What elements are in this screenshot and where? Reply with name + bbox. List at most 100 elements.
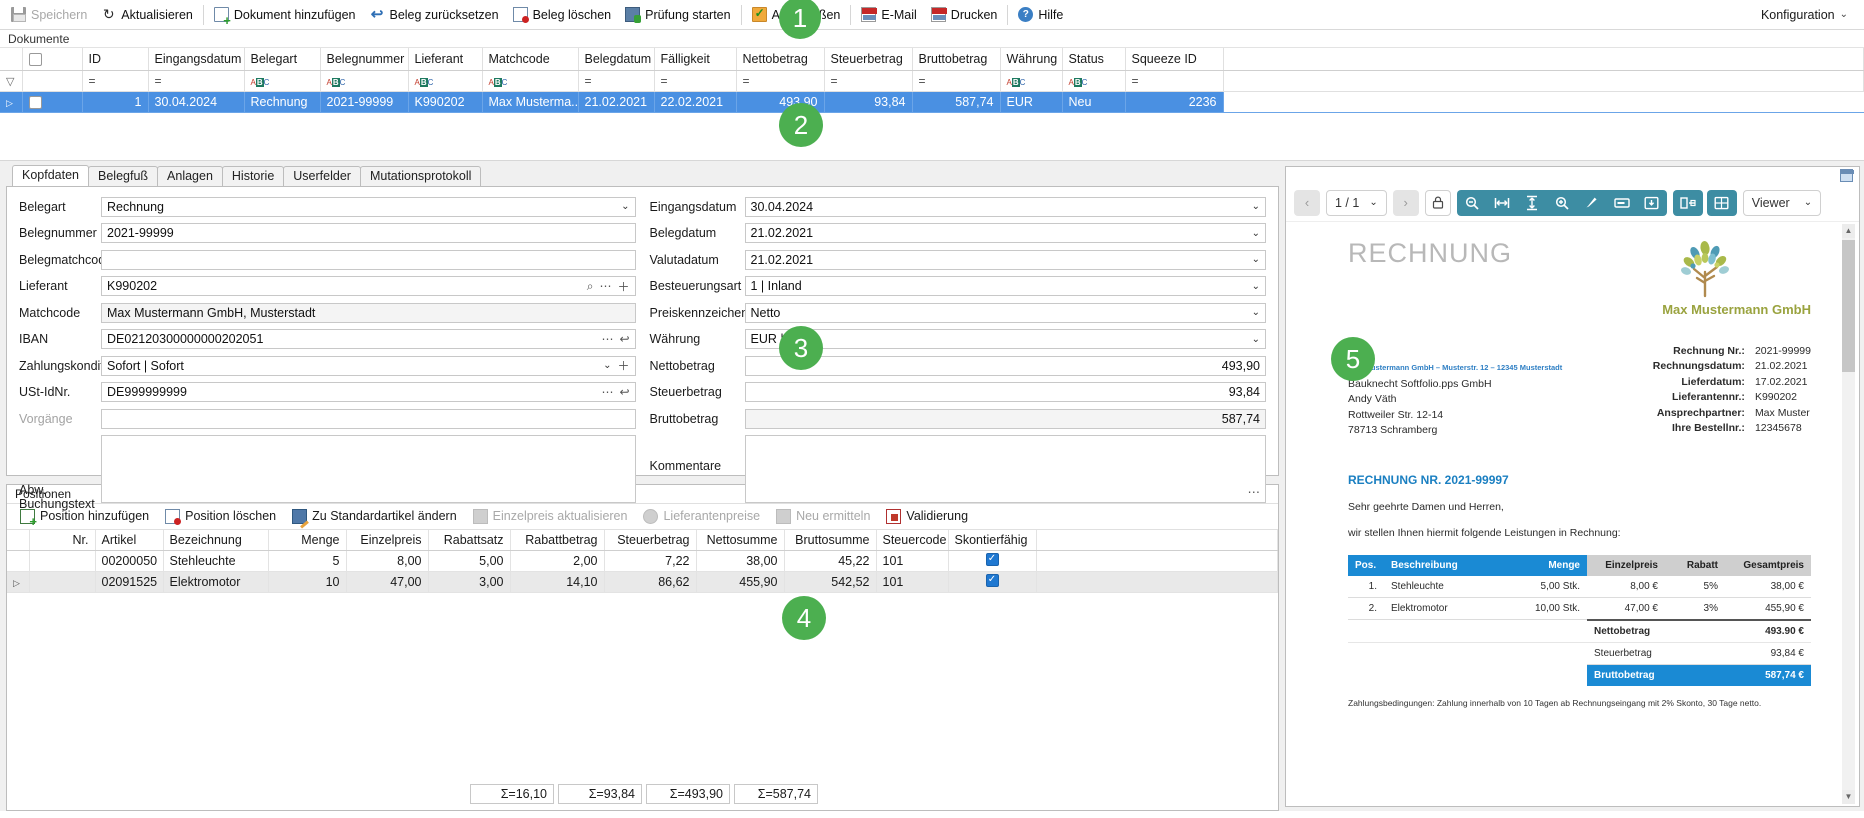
- fit-width-icon[interactable]: [1487, 190, 1517, 216]
- filter-belegart[interactable]: ABC: [244, 70, 320, 91]
- input-belegdatum[interactable]: 21.02.2021 ⌄: [745, 223, 1267, 243]
- input-belegnummer[interactable]: 2021-99999: [101, 223, 636, 243]
- toolbar-button-hilfe[interactable]: Hilfe: [1011, 3, 1070, 27]
- grid-view-icon[interactable]: [1707, 190, 1737, 216]
- pos-col-menge[interactable]: Menge: [268, 530, 346, 551]
- pos-col-nr[interactable]: Nr.: [29, 530, 95, 551]
- filter-squeeze-id[interactable]: =: [1125, 70, 1223, 91]
- filter-steuerbetrag[interactable]: =: [824, 70, 912, 91]
- filter-waehrung[interactable]: ABC: [1000, 70, 1062, 91]
- ellipsis-icon[interactable]: ⋯: [601, 385, 613, 399]
- grid-select-all-header[interactable]: [22, 48, 82, 70]
- pos-col-bruttosumme[interactable]: Bruttosumme: [784, 530, 876, 551]
- input-preiskennzeichen[interactable]: Netto ⌄: [745, 303, 1267, 323]
- cell-skontierfaehig[interactable]: [948, 572, 1036, 593]
- input-zahlungskondition[interactable]: Sofort | Sofort ⌄ ＋: [101, 356, 636, 376]
- filter-belegdatum[interactable]: =: [578, 70, 654, 91]
- ellipsis-icon[interactable]: ⋯: [601, 332, 613, 346]
- toolbar-button-beleg-zuruecksetzen[interactable]: ↩ Beleg zurücksetzen: [362, 3, 505, 27]
- filter-matchcode[interactable]: ABC: [482, 70, 578, 91]
- pdf-page-area[interactable]: RECHNUNG: [1286, 221, 1859, 806]
- skontierfaehig-checkbox[interactable]: [986, 553, 999, 566]
- grid-col-belegart[interactable]: Belegart: [244, 48, 320, 70]
- pos-col-steuercode[interactable]: Steuercode: [876, 530, 948, 551]
- chevron-down-icon[interactable]: ⌄: [1369, 197, 1377, 208]
- input-steuerbetrag[interactable]: 93,84: [745, 382, 1267, 402]
- input-nettobetrag[interactable]: 493,90: [745, 356, 1267, 376]
- scrollbar-thumb[interactable]: [1842, 240, 1855, 372]
- chevron-down-icon[interactable]: ⌄: [1804, 197, 1812, 208]
- filter-eingangsdatum[interactable]: =: [148, 70, 244, 91]
- filter-id[interactable]: =: [82, 70, 148, 91]
- grid-col-belegnummer[interactable]: Belegnummer: [320, 48, 408, 70]
- tab-mutationsprotokoll[interactable]: Mutationsprotokoll: [360, 166, 481, 186]
- plus-icon[interactable]: ＋: [617, 357, 629, 374]
- toolbar-button-aktualisieren[interactable]: ↻ Aktualisieren: [94, 3, 200, 27]
- pin-panel-icon[interactable]: [1840, 169, 1853, 182]
- table-row[interactable]: 00200050 Stehleuchte 5 8,00 5,00 2,00 7,…: [7, 551, 1278, 572]
- input-vorgaenge[interactable]: [101, 409, 636, 429]
- toolbar-button-drucken[interactable]: Drucken: [924, 3, 1005, 27]
- toolbar-button-dokument-hinzufuegen[interactable]: Dokument hinzufügen: [207, 3, 363, 27]
- grid-col-id[interactable]: ID: [82, 48, 148, 70]
- pos-col-artikel[interactable]: Artikel: [95, 530, 163, 551]
- tab-userfelder[interactable]: Userfelder: [283, 166, 361, 186]
- chevron-down-icon[interactable]: ⌄: [1252, 281, 1260, 292]
- row-checkbox[interactable]: [29, 96, 42, 109]
- grid-col-lieferant[interactable]: Lieferant: [408, 48, 482, 70]
- chevron-down-icon[interactable]: ⌄: [603, 360, 611, 371]
- table-row[interactable]: ▷ 1 30.04.2024 Rechnung 2021-99999 K9902…: [0, 91, 1864, 112]
- row-checkbox-cell[interactable]: [22, 91, 82, 112]
- scroll-up-icon[interactable]: ▲: [1842, 224, 1855, 238]
- filter-belegnummer[interactable]: ABC: [320, 70, 408, 91]
- pos-col-bezeichnung[interactable]: Bezeichnung: [163, 530, 268, 551]
- search-icon[interactable]: ⌕: [587, 279, 594, 294]
- grid-col-status[interactable]: Status: [1062, 48, 1125, 70]
- fit-height-icon[interactable]: [1517, 190, 1547, 216]
- toolbar-button-email[interactable]: E-Mail: [854, 3, 923, 27]
- pdf-vertical-scrollbar[interactable]: ▲ ▼: [1842, 224, 1855, 804]
- ellipsis-icon[interactable]: ⋯: [1248, 484, 1261, 499]
- grid-col-steuerbetrag[interactable]: Steuerbetrag: [824, 48, 912, 70]
- grid-col-squeeze-id[interactable]: Squeeze ID: [1125, 48, 1223, 70]
- input-eingangsdatum[interactable]: 30.04.2024 ⌄: [745, 197, 1267, 217]
- grid-col-bruttobetrag[interactable]: Bruttobetrag: [912, 48, 1000, 70]
- configuration-menu[interactable]: Konfiguration ⌄: [1761, 8, 1858, 22]
- next-page-icon[interactable]: ›: [1393, 190, 1419, 216]
- redact-icon[interactable]: [1607, 190, 1637, 216]
- table-row[interactable]: ▷ 02091525 Elektromotor 10 47,00 3,00 14…: [7, 572, 1278, 593]
- cell-skontierfaehig[interactable]: [948, 551, 1036, 572]
- filter-faelligkeit[interactable]: =: [654, 70, 736, 91]
- undo-icon[interactable]: ↩: [619, 332, 629, 346]
- chevron-down-icon[interactable]: ⌄: [1252, 228, 1260, 239]
- prev-page-icon[interactable]: ‹: [1294, 190, 1320, 216]
- chevron-down-icon[interactable]: ⌄: [1252, 307, 1260, 318]
- toolbar-button-pruefung-starten[interactable]: Prüfung starten: [618, 3, 737, 27]
- viewer-mode-select[interactable]: Viewer ⌄: [1743, 190, 1821, 216]
- grid-col-eingangsdatum[interactable]: Eingangsdatum: [148, 48, 244, 70]
- filter-bruttobetrag[interactable]: =: [912, 70, 1000, 91]
- grid-col-faelligkeit[interactable]: Fälligkeit: [654, 48, 736, 70]
- scroll-down-icon[interactable]: ▼: [1842, 790, 1855, 804]
- grid-col-nettobetrag[interactable]: Nettobetrag: [736, 48, 824, 70]
- highlight-icon[interactable]: [1577, 190, 1607, 216]
- pos-col-nettosumme[interactable]: Nettosumme: [696, 530, 784, 551]
- pos-col-rabattsatz[interactable]: Rabattsatz: [428, 530, 510, 551]
- chevron-down-icon[interactable]: ⌄: [621, 201, 629, 212]
- toolbar-button-speichern[interactable]: Speichern: [4, 3, 94, 27]
- zoom-out-icon[interactable]: [1457, 190, 1487, 216]
- grid-col-belegdatum[interactable]: Belegdatum: [578, 48, 654, 70]
- filter-lieferant[interactable]: ABC: [408, 70, 482, 91]
- input-belegmatchcode[interactable]: [101, 250, 636, 270]
- tab-historie[interactable]: Historie: [222, 166, 284, 186]
- tab-anlagen[interactable]: Anlagen: [157, 166, 223, 186]
- filter-funnel-cell[interactable]: ▽: [0, 70, 22, 91]
- page-select-control[interactable]: 1 / 1 ⌄: [1326, 190, 1387, 216]
- filter-status[interactable]: ABC: [1062, 70, 1125, 91]
- filter-nettobetrag[interactable]: =: [736, 70, 824, 91]
- pos-col-rabattbetrag[interactable]: Rabattbetrag: [510, 530, 604, 551]
- tab-belegfuss[interactable]: Belegfuß: [88, 166, 158, 186]
- pos-col-skontierfaehig[interactable]: Skontierfähig: [948, 530, 1036, 551]
- ellipsis-icon[interactable]: ⋯: [599, 279, 611, 293]
- input-besteuerungsart[interactable]: 1 | Inland ⌄: [745, 276, 1267, 296]
